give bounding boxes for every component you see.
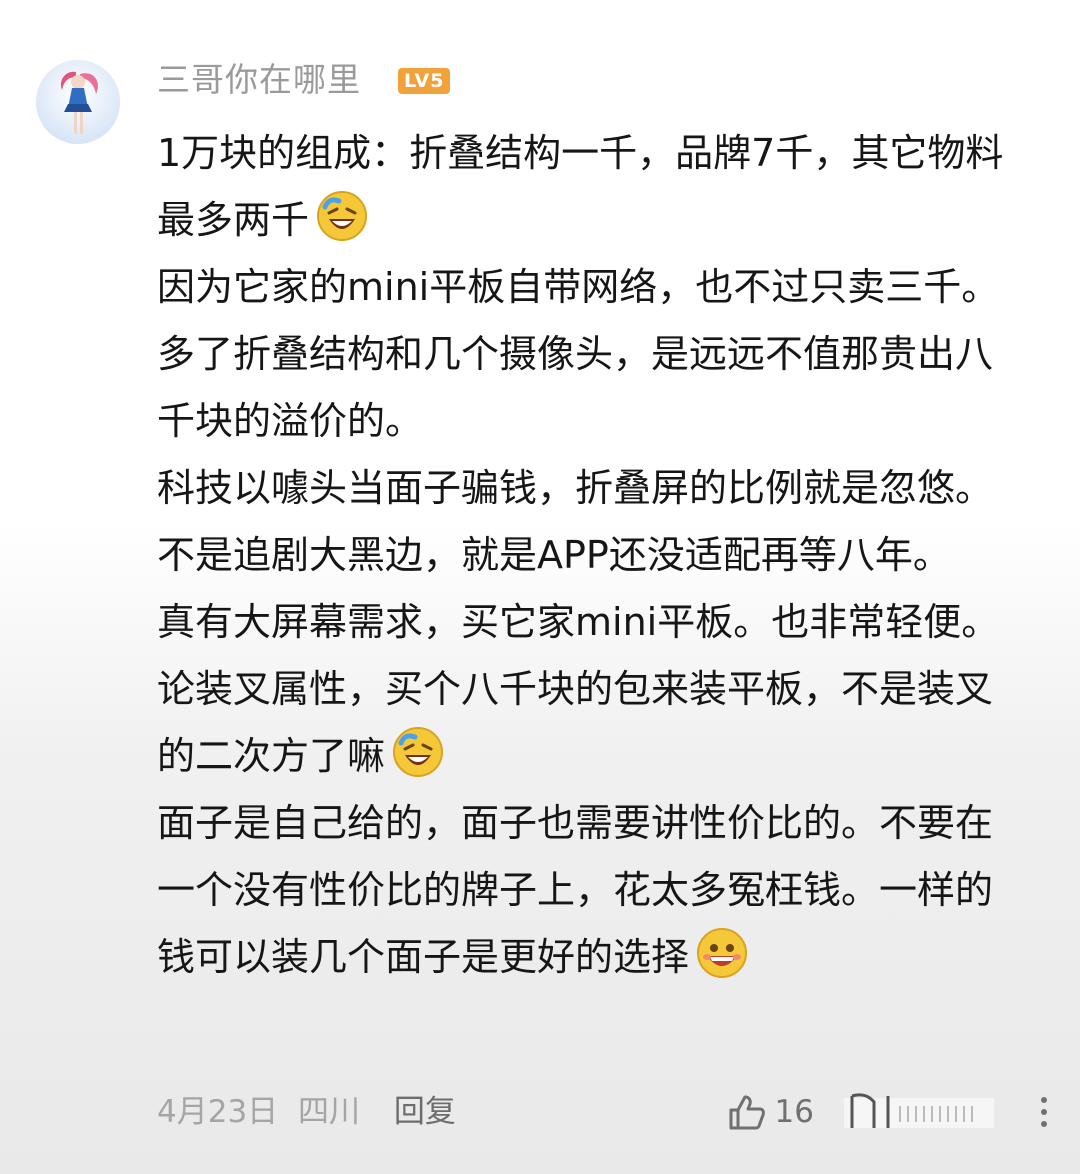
username[interactable]: 三哥你在哪里 — [157, 58, 361, 102]
more-vertical-icon[interactable] — [1038, 1092, 1050, 1132]
comment-paragraph: 面子是自己给的，面子也需要讲性价比的。不要在一个没有性价比的牌子上，花太多冤枉钱… — [157, 790, 1027, 991]
comment-meta: 4月23日 四川 回复 — [157, 1090, 466, 1134]
reply-button[interactable]: 回复 — [394, 1094, 456, 1130]
comment-actions: 16 — [727, 1088, 1050, 1136]
comment-paragraph: 1万块的组成：折叠结构一千，品牌7千，其它物料最多两千 — [157, 120, 1027, 254]
comment-text: 1万块的组成：折叠结构一千，品牌7千，其它物料最多两千 — [157, 131, 1004, 242]
thumbs-up-icon — [729, 1095, 765, 1130]
like-button[interactable]: 16 — [727, 1092, 814, 1132]
comment-paragraph: 因为它家的mini平板自带网络，也不过只卖三千。多了折叠结构和几个摄像头，是远远… — [157, 265, 1000, 443]
comment-text: 面子是自己给的，面子也需要讲性价比的。不要在一个没有性价比的牌子上，花太多冤枉钱… — [157, 801, 994, 979]
laughing-crying-emoji-icon — [317, 191, 368, 241]
comment-date: 4月23日 — [157, 1094, 279, 1130]
like-count: 16 — [774, 1094, 814, 1130]
watermark-logo — [844, 1093, 994, 1128]
avatar[interactable] — [36, 60, 120, 144]
comment-paragraph: 真有大屏幕需求，买它家mini平板。也非常轻便。论装叉属性，买个八千块的包来装平… — [157, 589, 1027, 790]
comment-text: 真有大屏幕需求，买它家mini平板。也非常轻便。论装叉属性，买个八千块的包来装平… — [157, 600, 1000, 778]
comment-paragraph: 科技以噱头当面子骗钱，折叠屏的比例就是忽悠。不是追剧大黑边，就是APP还没适配再… — [157, 466, 994, 577]
comment-location: 四川 — [298, 1094, 361, 1130]
laughing-crying-emoji-icon — [393, 727, 444, 777]
comment-body: 1万块的组成：折叠结构一千，品牌7千，其它物料最多两千 因为它家的mini平板自… — [157, 120, 1027, 991]
level-badge: LV5 — [398, 68, 451, 94]
grinning-face-emoji-icon — [697, 928, 748, 978]
